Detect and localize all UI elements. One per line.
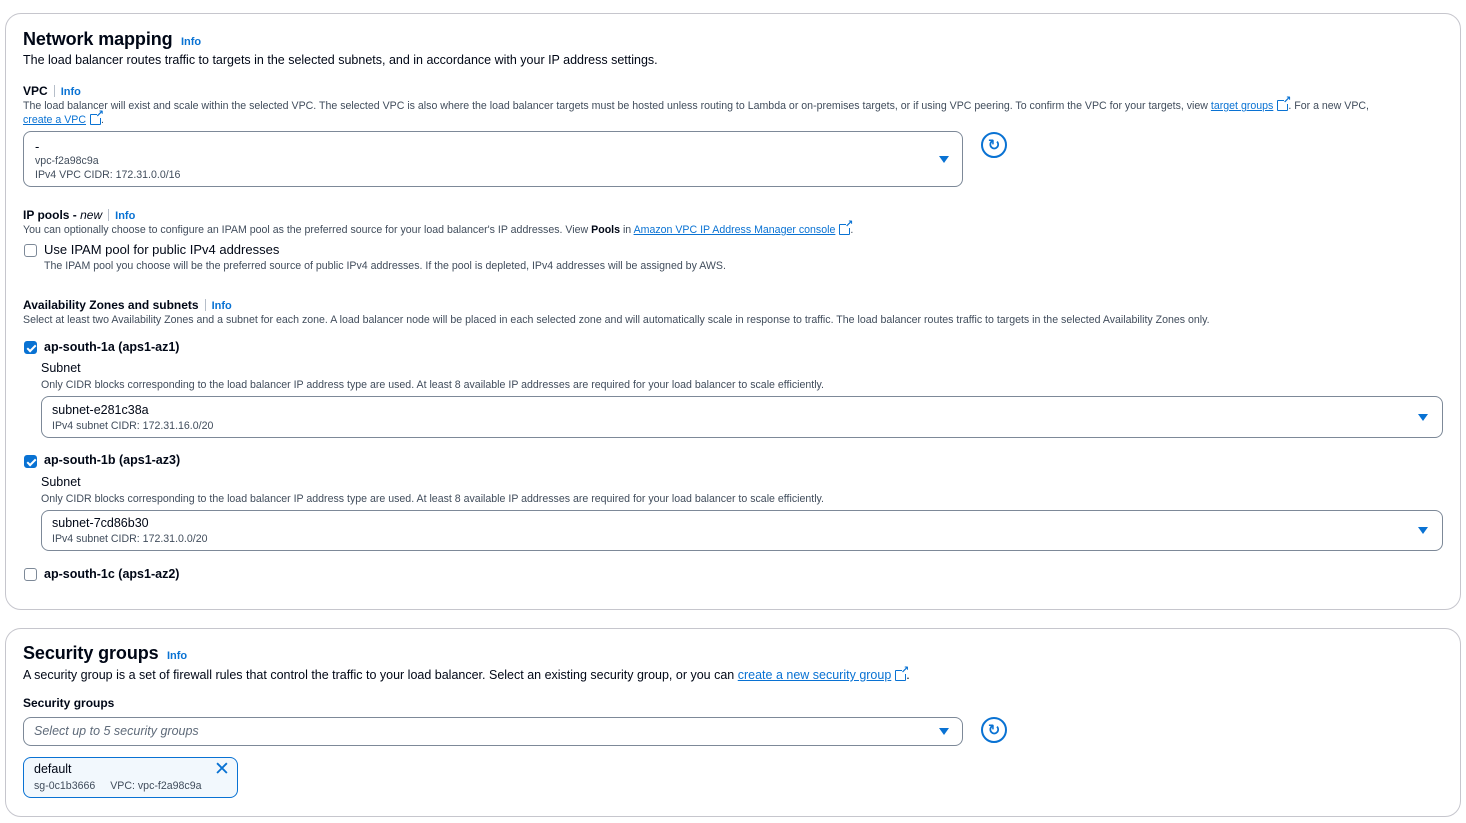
ip-pools-label: IP pools - [23, 208, 81, 222]
vpc-selected-name: - [35, 139, 40, 154]
remove-token-button[interactable]: ✕ [214, 760, 230, 779]
az-info-link[interactable]: Info [212, 300, 232, 312]
ip-pools-description: You can optionally choose to configure a… [23, 219, 853, 236]
ipam-pool-checkbox-label[interactable]: Use IPAM pool for public IPv4 addresses [44, 242, 279, 257]
security-groups-info-link[interactable]: Info [167, 650, 187, 662]
caret-down-icon [1418, 414, 1428, 421]
vpc-selected-id: vpc-f2a98c9a [35, 155, 99, 167]
vpc-description-text-2: . For a new VPC, [1288, 100, 1370, 112]
security-groups-refresh-button[interactable]: ↻ [981, 717, 1007, 743]
az-label-row: Availability Zones and subnets Info [23, 296, 232, 314]
divider [53, 84, 55, 97]
subnet-cidr: IPv4 subnet CIDR: 172.31.16.0/20 [52, 420, 214, 432]
ip-pools-new-badge: new [80, 208, 103, 222]
divider [108, 208, 110, 221]
az-description: Select at least two Availability Zones a… [23, 314, 1210, 326]
vpc-description-line2: create a VPC. [23, 109, 104, 126]
subnet-description: Only CIDR blocks corresponding to the lo… [41, 493, 825, 505]
ipam-console-link[interactable]: Amazon VPC IP Address Manager console [634, 224, 836, 236]
vpc-description-text: The load balancer will exist and scale w… [23, 100, 1208, 112]
security-groups-placeholder: Select up to 5 security groups [34, 724, 199, 738]
external-link-icon [895, 665, 909, 681]
external-link-icon [839, 219, 853, 235]
network-mapping-title: Network mapping [23, 29, 173, 49]
ip-pools-label-row: IP pools - new Info [23, 206, 135, 224]
close-icon: ✕ [214, 759, 230, 780]
az-checkbox-ap-south-1a[interactable] [24, 341, 37, 354]
security-group-id: sg-0c1b3666 [34, 780, 96, 792]
vpc-info-link[interactable]: Info [61, 86, 81, 98]
network-mapping-header: Network mapping Info [23, 29, 201, 50]
subnet-id: subnet-7cd86b30 [52, 516, 149, 530]
external-link-icon [90, 109, 104, 125]
security-groups-field-label: Security groups [23, 696, 115, 710]
network-mapping-description: The load balancer routes traffic to targ… [23, 53, 658, 67]
subnet-id: subnet-e281c38a [52, 403, 149, 417]
subnet-select-ap-south-1a[interactable]: subnet-e281c38a IPv4 subnet CIDR: 172.31… [41, 396, 1443, 438]
az-name-ap-south-1a[interactable]: ap-south-1a (aps1-az1) [44, 340, 179, 354]
subnet-cidr: IPv4 subnet CIDR: 172.31.0.0/20 [52, 533, 208, 545]
target-groups-link[interactable]: target groups [1211, 100, 1273, 112]
az-name-ap-south-1c[interactable]: ap-south-1c (aps1-az2) [44, 567, 179, 581]
subnet-label: Subnet [41, 361, 81, 375]
security-group-name: default [34, 762, 72, 776]
security-groups-header: Security groups Info [23, 643, 187, 664]
security-group-meta: sg-0c1b3666 VPC: vpc-f2a98c9a [34, 780, 202, 792]
ipam-pool-checkbox[interactable] [24, 244, 37, 257]
security-group-vpc: VPC: vpc-f2a98c9a [110, 780, 202, 792]
security-groups-title: Security groups [23, 643, 159, 663]
vpc-select[interactable]: - vpc-f2a98c9a IPv4 VPC CIDR: 172.31.0.0… [23, 131, 963, 187]
create-vpc-link[interactable]: create a VPC [23, 114, 86, 126]
ip-pools-description-text: You can optionally choose to configure a… [23, 224, 589, 236]
ip-pools-info-link[interactable]: Info [115, 210, 135, 222]
az-checkbox-ap-south-1b[interactable] [24, 455, 37, 468]
az-label: Availability Zones and subnets [23, 298, 199, 312]
create-security-group-link[interactable]: create a new security group [738, 668, 892, 682]
subnet-description: Only CIDR blocks corresponding to the lo… [41, 379, 825, 391]
refresh-icon: ↻ [987, 136, 1001, 154]
security-group-token: default sg-0c1b3666 VPC: vpc-f2a98c9a ✕ [23, 757, 238, 798]
vpc-label-row: VPC Info [23, 82, 81, 100]
caret-down-icon [939, 156, 949, 163]
vpc-label: VPC [23, 84, 48, 98]
refresh-icon: ↻ [987, 721, 1001, 739]
security-groups-description: A security group is a set of firewall ru… [23, 665, 910, 682]
vpc-selected-cidr: IPv4 VPC CIDR: 172.31.0.0/16 [35, 169, 181, 181]
ip-pools-description-in: in [622, 224, 632, 236]
security-groups-description-text: A security group is a set of firewall ru… [23, 668, 735, 682]
network-mapping-info-link[interactable]: Info [181, 36, 201, 48]
caret-down-icon [1418, 527, 1428, 534]
az-name-ap-south-1b[interactable]: ap-south-1b (aps1-az3) [44, 453, 180, 467]
caret-down-icon [939, 728, 949, 735]
divider [204, 298, 206, 311]
vpc-description-line1: The load balancer will exist and scale w… [23, 95, 1370, 112]
subnet-label: Subnet [41, 475, 81, 489]
external-link-icon [1277, 95, 1291, 111]
vpc-refresh-button[interactable]: ↻ [981, 132, 1007, 158]
security-groups-select[interactable]: Select up to 5 security groups [23, 717, 963, 746]
az-checkbox-ap-south-1c[interactable] [24, 568, 37, 581]
pools-text: Pools [591, 224, 620, 236]
subnet-select-ap-south-1b[interactable]: subnet-7cd86b30 IPv4 subnet CIDR: 172.31… [41, 510, 1443, 551]
ipam-pool-checkbox-description: The IPAM pool you choose will be the pre… [44, 260, 726, 272]
